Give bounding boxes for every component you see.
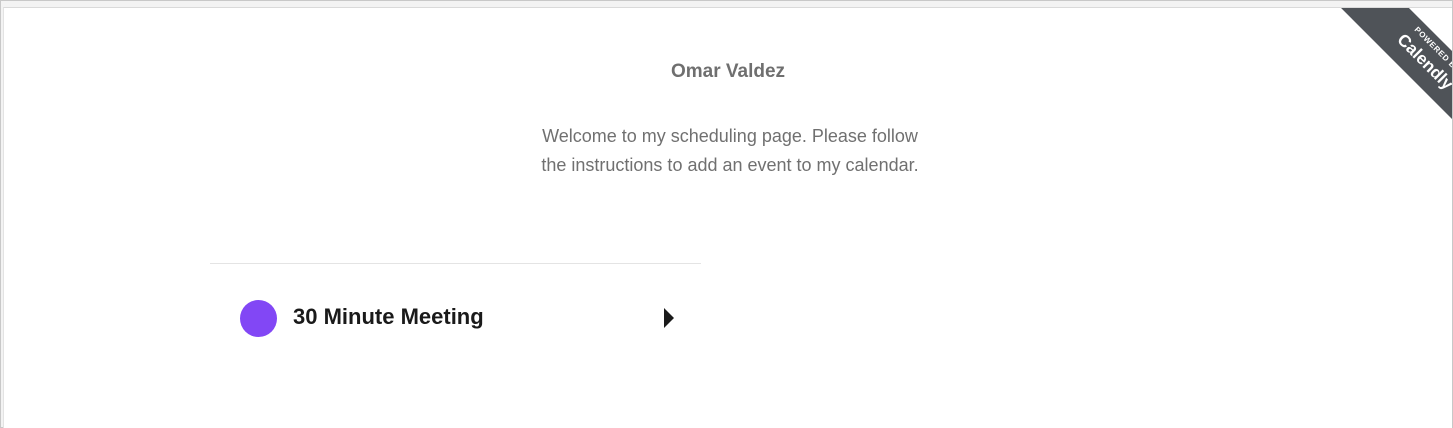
host-name: Omar Valdez (670, 61, 786, 82)
powered-by-ribbon: POWERED BY Calendly (1312, 8, 1452, 148)
caret-right-icon (664, 308, 674, 328)
event-color-dot (240, 300, 277, 337)
event-type-name: 30 Minute Meeting (293, 304, 484, 329)
calendly-logo-text: Calendly (1393, 29, 1452, 94)
event-type-item[interactable]: 30 Minute Meeting (210, 264, 701, 374)
welcome-message: Welcome to my scheduling page. Please fo… (541, 126, 919, 175)
scheduling-page-card: Omar Valdez Welcome to my scheduling pag… (3, 7, 1452, 428)
calendly-badge-link[interactable]: POWERED BY Calendly (1335, 8, 1452, 148)
browser-frame: Omar Valdez Welcome to my scheduling pag… (0, 0, 1453, 428)
